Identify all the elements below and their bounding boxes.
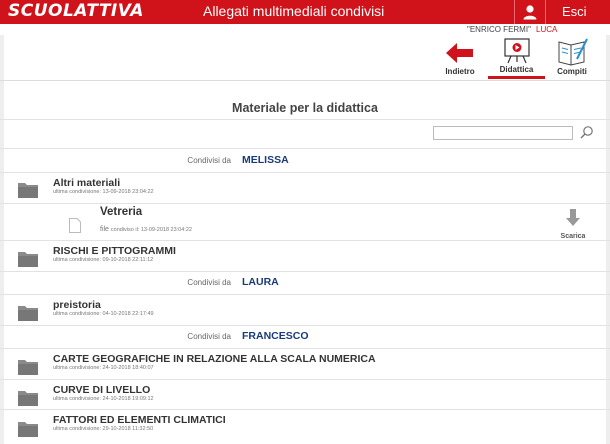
item-subtitle: ultima condivisione: 29-10-2018 11:32:50 [53, 426, 154, 432]
divider [545, 0, 546, 24]
item-subtitle: ultima condivisione: 24-10-2018 18:40:07 [53, 365, 154, 371]
list-item[interactable]: CARTE GEOGRAFICHE IN RELAZIONE ALLA SCAL… [0, 349, 610, 379]
nav-tabs: Indietro Didattica Compiti [0, 35, 610, 81]
divider [514, 0, 515, 24]
tab-didattica[interactable]: Didattica [488, 35, 545, 79]
item-subtitle: ultima condivisione: 13-09-2018 23:04:22 [53, 189, 154, 195]
item-subtitle: ultima condivisione: 04-10-2018 22:17:49 [53, 311, 154, 317]
file-kind: file [100, 226, 109, 233]
school-name: "ENRICO FERMI" [467, 25, 531, 34]
user-icon[interactable] [521, 4, 539, 20]
page-title: Materiale per la didattica [232, 101, 378, 115]
logout-button[interactable]: Esci [562, 4, 587, 19]
search-input[interactable] [433, 126, 573, 140]
tab-label: Indietro [445, 67, 475, 76]
item-title: CARTE GEOGRAFICHE IN RELAZIONE ALLA SCAL… [53, 353, 376, 365]
item-subtitle: ultima condivisione: 24-10-2018 19:09:12 [53, 396, 154, 402]
shared-by-name: MELISSA [242, 154, 289, 166]
shared-by-name: LAURA [242, 276, 279, 288]
folder-icon [18, 391, 38, 406]
shared-by-row: Condivisi da MELISSA [0, 150, 610, 172]
item-title: Altri materiali [53, 177, 121, 189]
download-button[interactable]: Scarica [560, 209, 586, 240]
item-title: preistoria [53, 299, 101, 311]
shared-by-label: Condivisi da [187, 156, 231, 165]
shared-by-name: FRANCESCO [242, 330, 309, 342]
list-item[interactable]: Vetreria file condiviso il: 13-09-2018 2… [0, 204, 610, 240]
folder-icon [18, 252, 38, 267]
whiteboard-icon [504, 38, 530, 64]
tab-label: Compiti [557, 67, 587, 76]
shared-by-label: Condivisi da [187, 332, 231, 341]
active-tab-indicator [488, 76, 545, 79]
list-item[interactable]: Altri materiali ultima condivisione: 13-… [0, 173, 610, 203]
notebook-icon [558, 38, 588, 66]
arrow-left-icon [446, 43, 473, 63]
list-item[interactable]: FATTORI ED ELEMENTI CLIMATICI ultima con… [0, 410, 610, 444]
item-subtitle: ultima condivisione: 09-10-2018 22:11:12 [53, 257, 154, 263]
download-label: Scarica [560, 233, 586, 240]
folder-icon [18, 422, 38, 437]
item-title: CURVE DI LIVELLO [53, 384, 151, 396]
window-title: Allegati multimediali condivisi [203, 3, 385, 19]
item-title: RISCHI E PITTOGRAMMI [53, 245, 176, 257]
folder-icon [18, 306, 38, 321]
list-item[interactable]: CURVE DI LIVELLO ultima condivisione: 24… [0, 380, 610, 409]
shared-by-label: Condivisi da [187, 278, 231, 287]
list-item[interactable]: RISCHI E PITTOGRAMMI ultima condivisione… [0, 241, 610, 271]
folder-icon [18, 183, 38, 198]
user-info: "ENRICO FERMI" LUCA [0, 25, 610, 35]
file-icon [69, 218, 81, 233]
divider [0, 148, 610, 149]
item-title: Vetreria [100, 206, 143, 218]
tab-indietro[interactable]: Indietro [442, 35, 478, 79]
tab-compiti[interactable]: Compiti [553, 35, 591, 79]
folder-icon [18, 360, 38, 375]
tab-label: Didattica [499, 65, 534, 74]
search-icon[interactable] [580, 125, 594, 139]
shared-by-row: Condivisi da FRANCESCO [0, 326, 610, 348]
app-logo: SCUOLATTIVA [8, 1, 144, 21]
shared-by-row: Condivisi da LAURA [0, 272, 610, 294]
top-bar: SCUOLATTIVA Allegati multimediali condiv… [0, 0, 610, 24]
file-date: condiviso il: 13-09-2018 23:04:22 [110, 227, 192, 233]
divider [0, 119, 610, 120]
user-name: LUCA [536, 25, 558, 34]
item-subtitle: file condiviso il: 13-09-2018 23:04:22 [100, 226, 192, 233]
download-icon [566, 209, 580, 226]
list-item[interactable]: preistoria ultima condivisione: 04-10-20… [0, 295, 610, 325]
item-title: FATTORI ED ELEMENTI CLIMATICI [53, 414, 226, 426]
